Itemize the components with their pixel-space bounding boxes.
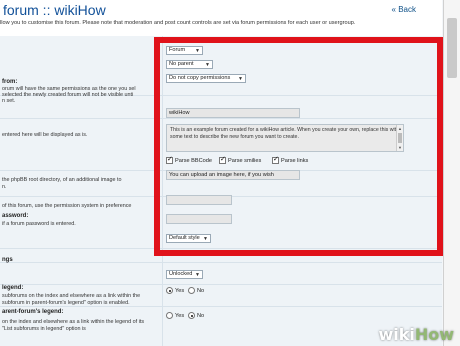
content-panel: forum :: wikiHow « Back llow you to cust… xyxy=(0,0,443,346)
forum-password-desc: if a forum password is entered. xyxy=(2,221,76,227)
legend-no-radio[interactable]: No xyxy=(188,287,204,294)
page-title: forum :: wikiHow xyxy=(3,2,106,18)
legend-desc: subforum in parent-forum's legend" optio… xyxy=(2,300,130,306)
forum-password-label: assword: xyxy=(2,213,29,219)
page-scrollbar[interactable] xyxy=(443,0,460,346)
legend-label: legend: xyxy=(2,285,24,291)
forum-status-select[interactable]: Unlocked ▼ xyxy=(166,270,203,279)
row-divider xyxy=(0,284,442,285)
legend-no-label: No xyxy=(197,287,205,294)
forum-status-value: Unlocked xyxy=(169,271,193,277)
legend-yes-label: Yes xyxy=(175,287,185,294)
radio-selected-icon[interactable] xyxy=(188,312,195,319)
radio-icon[interactable] xyxy=(166,312,173,319)
parent-legend-yes-radio[interactable]: Yes xyxy=(166,312,184,319)
legend-yes-radio[interactable]: Yes xyxy=(166,287,184,294)
parent-legend-no-radio[interactable]: No xyxy=(188,312,204,319)
forum-image-desc: the phpBB root directory, of an addition… xyxy=(2,177,122,183)
parent-legend-label: arent-forum's legend: xyxy=(2,309,64,315)
radio-icon[interactable] xyxy=(188,287,195,294)
highlight-box xyxy=(154,37,443,256)
wikihow-watermark: wikiHow xyxy=(378,325,454,344)
parent-legend-no-label: No xyxy=(197,312,205,319)
row-divider xyxy=(0,262,442,263)
copy-permissions-desc: selected the newly created forum will no… xyxy=(2,92,134,98)
watermark-wiki: wiki xyxy=(378,325,415,344)
page: forum :: wikiHow « Back llow you to cust… xyxy=(0,0,460,346)
chevron-down-icon: ▼ xyxy=(195,272,200,278)
page-scroll-thumb[interactable] xyxy=(447,18,457,78)
back-link[interactable]: « Back xyxy=(392,5,416,14)
legend-desc: subforums on the index and elsewhere as … xyxy=(2,293,141,299)
forum-password-note: of this forum, use the permission system… xyxy=(2,203,132,209)
parent-legend-desc: on the index and elsewhere as a link wit… xyxy=(2,319,145,325)
forum-name-desc: entered here will be displayed as is. xyxy=(2,132,88,138)
forum-image-desc: n. xyxy=(2,184,7,190)
parent-legend-yes-label: Yes xyxy=(175,312,185,319)
settings-heading: ngs xyxy=(2,257,13,263)
parent-legend-desc: "List subforums in legend" option is xyxy=(2,326,86,332)
copy-permissions-desc: n set. xyxy=(2,98,16,104)
radio-selected-icon[interactable] xyxy=(166,287,173,294)
watermark-how: How xyxy=(414,325,454,344)
intro-text: llow you to customise this forum. Please… xyxy=(0,20,356,26)
copy-permissions-label: from: xyxy=(2,79,18,85)
